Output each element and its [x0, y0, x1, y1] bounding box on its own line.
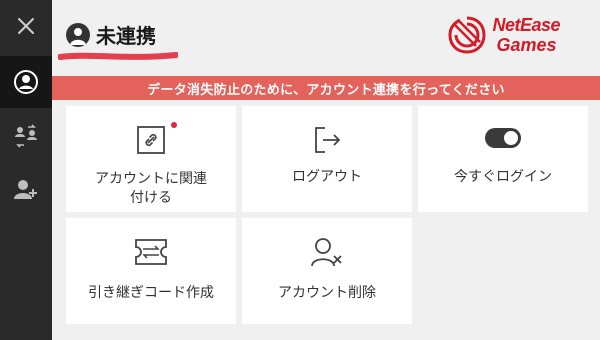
user-remove-icon: [311, 238, 342, 267]
notification-dot: [171, 122, 177, 128]
link-account-label: アカウントに関連 付ける: [95, 171, 207, 206]
logout-button[interactable]: ログアウト: [242, 106, 412, 212]
link-account-button[interactable]: アカウントに関連 付ける: [66, 106, 236, 212]
login-now-label: 今すぐログイン: [454, 169, 552, 185]
brand-line-1: NetEase: [492, 15, 560, 35]
warning-banner: データ消失防止のために、アカウント連携を行ってください: [52, 76, 600, 100]
sidebar-item-switch-account[interactable]: [0, 110, 52, 162]
netease-games-logo: NetEase Games: [446, 14, 560, 56]
sidebar-item-add-account[interactable]: [0, 164, 52, 216]
sidebar: [0, 0, 52, 340]
close-icon: [18, 18, 34, 34]
delete-account-button[interactable]: アカウント削除: [242, 218, 412, 324]
link-icon: [137, 126, 165, 154]
link-status: 未連携: [66, 20, 156, 49]
create-transfer-code-button[interactable]: 引き継ぎコード作成: [66, 218, 236, 324]
account-circle-icon: [14, 70, 38, 94]
red-highlight-mark: [58, 52, 178, 60]
logout-label: ログアウト: [292, 169, 362, 185]
toggle-icon: [485, 128, 521, 148]
logout-icon: [315, 127, 341, 153]
sidebar-item-account[interactable]: [0, 56, 52, 108]
add-user-icon: [14, 180, 37, 199]
header: 未連携 NetEase Games: [52, 0, 600, 74]
transfer-code-label: 引き継ぎコード作成: [88, 285, 214, 301]
brand-line-2: Games: [496, 35, 557, 55]
link-status-text: 未連携: [96, 24, 156, 48]
login-now-button[interactable]: 今すぐログイン: [418, 106, 588, 212]
netease-logo-icon: [448, 16, 486, 54]
close-button[interactable]: [0, 0, 52, 52]
switch-users-icon: [15, 124, 37, 148]
user-icon: [66, 22, 90, 47]
delete-account-label: アカウント削除: [278, 285, 376, 301]
ticket-icon: [135, 239, 167, 265]
